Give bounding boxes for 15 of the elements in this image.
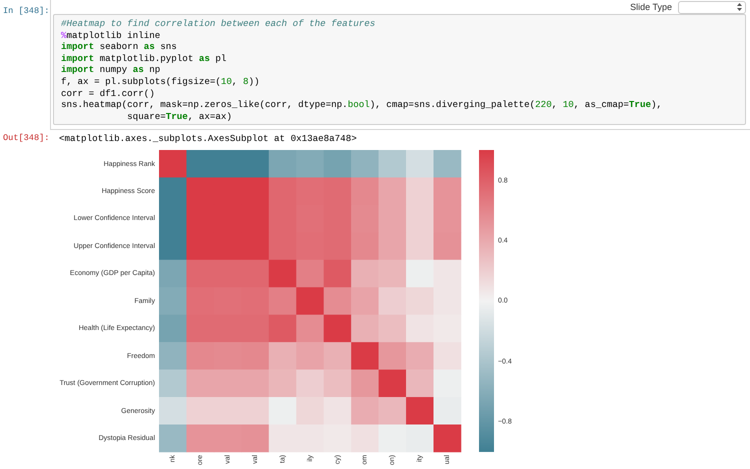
output-prompt: Out[348]: <box>3 133 50 144</box>
code-line: import matplotlib.pyplot as pl <box>61 52 228 64</box>
code-line: #Heatmap to find correlation between each of the features <box>61 18 376 30</box>
code-editor[interactable] <box>53 14 746 126</box>
code-line: sns.heatmap(corr, mask=np.zeros_like(corr, dtype=np.bool), cmap=sns.diverging_palette(220, 10, as_cmap=True), <box>61 99 664 111</box>
slide-type-label: Slide Type <box>630 2 672 12</box>
code-line: import numpy as np <box>61 64 162 76</box>
code-line: import seaborn as sns <box>61 41 178 53</box>
code-line: %matplotlib inline <box>61 30 162 42</box>
up-down-caret-icon <box>737 3 742 11</box>
code-line: corr = df1.corr() <box>61 88 156 100</box>
code-line: f, ax = pl.subplots(figsize=(10, 8)) <box>61 76 260 88</box>
input-prompt: In [348]: <box>3 6 50 16</box>
output-text: <matplotlib.axes._subplots.AxesSubplot at 0x13ae8a748> <box>58 133 357 144</box>
code-line: square=True, ax=ax) <box>126 110 233 122</box>
